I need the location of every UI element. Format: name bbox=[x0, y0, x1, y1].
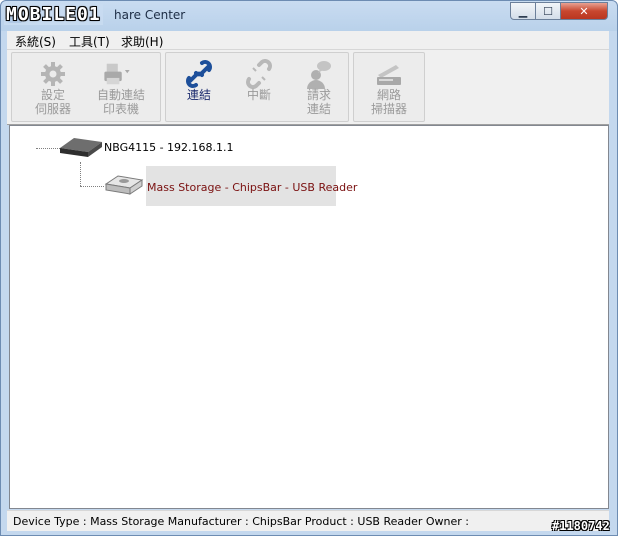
window-title: hare Center bbox=[114, 8, 186, 22]
watermark-id: #1180742 bbox=[552, 519, 610, 533]
storage-device-icon bbox=[104, 175, 144, 195]
toolbar-group-scanner: 網路 掃描器 bbox=[353, 52, 425, 122]
disconnect-button[interactable]: 中斷 bbox=[230, 53, 288, 123]
setup-server-button[interactable]: 設定 伺服器 bbox=[24, 53, 82, 123]
auto-connect-printer-button[interactable]: 自動連結 印表機 bbox=[88, 53, 154, 123]
request-connect-label: 請求 連結 bbox=[306, 88, 331, 116]
app-window: hare Center MOBILE01 ▁ ☐ ✕ 系統(S) 工具(T) 求… bbox=[0, 0, 618, 536]
maximize-icon: ☐ bbox=[543, 4, 553, 18]
scanner-icon bbox=[377, 65, 401, 85]
broken-link-icon bbox=[246, 59, 272, 89]
link-icon bbox=[186, 60, 212, 88]
gear-icon bbox=[41, 62, 65, 86]
minimize-button[interactable]: ▁ bbox=[510, 2, 536, 20]
menu-bar: 系統(S) 工具(T) 求助(H) bbox=[7, 31, 609, 50]
tree-connector bbox=[80, 186, 104, 187]
minimize-icon: ▁ bbox=[518, 4, 528, 18]
watermark-logo: MOBILE01 bbox=[4, 4, 103, 25]
printer-icon bbox=[104, 63, 130, 85]
maximize-button[interactable]: ☐ bbox=[535, 2, 561, 20]
status-bar: Device Type : Mass Storage Manufacturer … bbox=[7, 510, 609, 531]
close-icon: ✕ bbox=[579, 4, 589, 18]
connect-label: 連結 bbox=[186, 88, 211, 102]
tree-node-router[interactable]: NBG4115 - 192.168.1.1 bbox=[104, 141, 234, 154]
close-button[interactable]: ✕ bbox=[560, 2, 608, 20]
router-icon bbox=[60, 138, 102, 157]
network-scanner-button[interactable]: 網路 掃描器 bbox=[360, 53, 418, 123]
user-request-icon bbox=[307, 61, 331, 89]
toolbar: 設定 伺服器 自動連結 印表機 連結 中斷 請求 連結 網路 掃描器 bbox=[7, 50, 609, 125]
title-bar[interactable]: hare Center MOBILE01 ▁ ☐ ✕ bbox=[1, 1, 617, 31]
device-tree: NBG4115 - 192.168.1.1 Mass Storage - Chi… bbox=[9, 125, 609, 509]
tree-node-mass-storage[interactable]: Mass Storage - ChipsBar - USB Reader bbox=[147, 181, 357, 194]
status-device-info: Device Type : Mass Storage Manufacturer … bbox=[13, 515, 470, 528]
connect-button[interactable]: 連結 bbox=[170, 53, 228, 123]
auto-connect-printer-label: 自動連結 印表機 bbox=[96, 88, 145, 116]
disconnect-label: 中斷 bbox=[246, 88, 271, 102]
menu-tools[interactable]: 工具(T) bbox=[69, 33, 110, 50]
request-connect-button[interactable]: 請求 連結 bbox=[290, 53, 348, 123]
network-scanner-label: 網路 掃描器 bbox=[370, 88, 407, 116]
toolbar-group-setup: 設定 伺服器 自動連結 印表機 bbox=[11, 52, 161, 122]
setup-server-label: 設定 伺服器 bbox=[34, 88, 71, 116]
toolbar-group-connection: 連結 中斷 請求 連結 bbox=[165, 52, 349, 122]
menu-system[interactable]: 系統(S) bbox=[15, 33, 56, 50]
menu-help[interactable]: 求助(H) bbox=[121, 33, 163, 50]
tree-connector bbox=[80, 162, 81, 186]
